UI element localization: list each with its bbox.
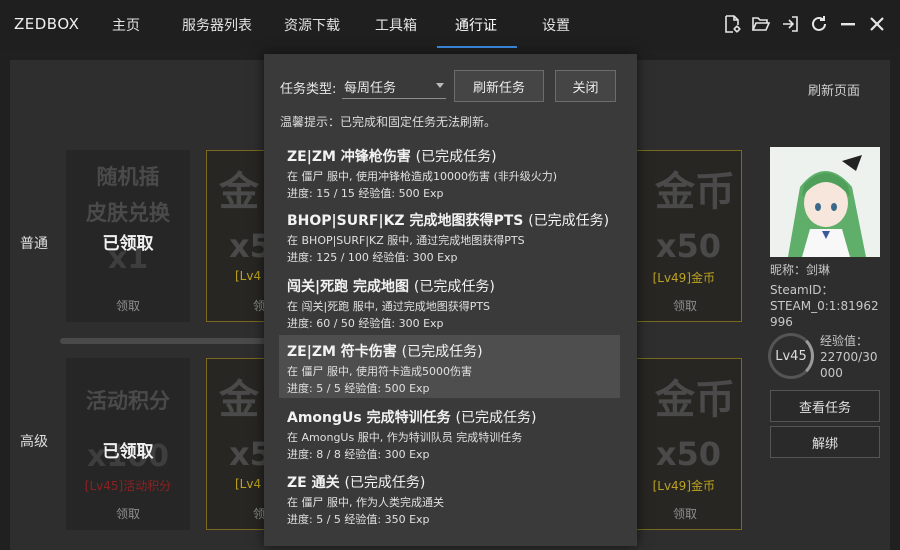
exp-value: 22700/30000: [820, 350, 878, 380]
steamid-value: STEAM_0:1:81962996: [770, 299, 879, 329]
steamid-block: SteamID： STEAM_0:1:81962996: [770, 282, 882, 330]
task-progress: 进度: 8 / 8 经验值: 300 Exp: [287, 448, 430, 461]
task-progress: 进度: 5 / 5 经验值: 500 Exp: [287, 382, 430, 395]
task-progress: 进度: 60 / 50 经验值: 300 Exp: [287, 317, 444, 330]
exit-icon[interactable]: [779, 13, 801, 35]
claim-button[interactable]: 领取: [619, 297, 741, 314]
task-status: (已完成任务): [344, 475, 426, 491]
hint-text: 温馨提示：已完成和固定任务无法刷新。: [280, 115, 497, 129]
claim-button[interactable]: 领取: [619, 505, 741, 522]
refresh-page-link[interactable]: 刷新页面: [808, 80, 860, 99]
task-type-value: 每周任务: [344, 81, 397, 96]
title-bar: ZEDBOX 主页 服务器列表 资源下载 工具箱 通行证 设置: [0, 0, 900, 50]
task-item[interactable]: ZE|ZM 冲锋枪伤害 (已完成任务) 在 僵尸 服中, 使用冲锋枪造成1000…: [279, 140, 620, 203]
folder-open-icon[interactable]: [750, 13, 772, 35]
task-description: 在 闯关|死跑 服中, 通过完成地图获得PTS: [287, 300, 491, 313]
tab-home[interactable]: 主页: [112, 15, 140, 35]
row-divider: [60, 338, 270, 344]
view-tasks-button[interactable]: 查看任务: [770, 390, 880, 422]
tab-pass[interactable]: 通行证: [455, 15, 497, 35]
claim-button[interactable]: 领取: [67, 505, 189, 522]
task-progress: 进度: 15 / 15 经验值: 500 Exp: [287, 187, 444, 200]
task-title-line: ZE 通关 (已完成任务): [287, 472, 620, 492]
reward-card[interactable]: 随机插 皮肤兑换 x1 已领取 领取: [66, 150, 190, 322]
task-title-line: AmongUs 完成特训任务 (已完成任务): [287, 407, 620, 427]
row-label-normal: 普通: [20, 236, 48, 252]
task-title: ZE|ZM 符卡伤害: [287, 344, 397, 360]
chevron-down-icon: [436, 83, 444, 88]
close-popup-button[interactable]: 关闭: [555, 70, 616, 102]
window-controls: [721, 13, 888, 35]
task-description: 在 僵尸 服中, 作为人类完成通关: [287, 496, 444, 509]
unbind-button[interactable]: 解绑: [770, 426, 880, 458]
reward-art-text: 金币: [655, 377, 735, 423]
task-popup: 任务类型: 每周任务 刷新任务 关闭 温馨提示：已完成和固定任务无法刷新。 ZE…: [264, 54, 637, 546]
nickname-label: 昵称：剑琳: [770, 263, 831, 277]
task-status: (已完成任务): [415, 149, 497, 165]
task-description: 在 BHOP|SURF|KZ 服中, 通过完成地图获得PTS: [287, 234, 525, 247]
task-title-line: BHOP|SURF|KZ 完成地图获得PTS (已完成任务): [287, 210, 620, 230]
avatar: [770, 147, 880, 257]
reward-art-text: x50: [655, 435, 721, 473]
tab-server-list[interactable]: 服务器列表: [182, 15, 252, 35]
task-description: 在 僵尸 服中, 使用冲锋枪造成10000伤害 (非升级火力): [287, 170, 558, 183]
refresh-tasks-button[interactable]: 刷新任务: [454, 70, 544, 102]
task-title-line: ZE|ZM 冲锋枪伤害 (已完成任务): [287, 146, 620, 166]
task-progress: 进度: 5 / 5 经验值: 350 Exp: [287, 513, 430, 526]
task-title: 闯关|死跑 完成地图: [287, 279, 409, 295]
task-status: (已完成任务): [455, 410, 537, 426]
task-status: (已完成任务): [528, 213, 610, 229]
tab-settings[interactable]: 设置: [542, 15, 570, 35]
reward-art-text: 皮肤兑换: [86, 201, 170, 225]
reward-art-text: 金币: [655, 169, 735, 215]
task-item[interactable]: BHOP|SURF|KZ 完成地图获得PTS (已完成任务) 在 BHOP|SU…: [279, 204, 620, 267]
reward-level-label: [Lv49]金币: [652, 479, 715, 493]
reward-art-text: x50: [655, 227, 721, 265]
minimize-icon[interactable]: [837, 13, 859, 35]
steamid-label: SteamID：: [770, 283, 834, 297]
tab-downloads[interactable]: 资源下载: [284, 15, 340, 35]
task-item[interactable]: ZE|ZM 符卡伤害 (已完成任务) 在 僵尸 服中, 使用符卡造成5000伤害…: [279, 335, 620, 398]
tab-toolbox[interactable]: 工具箱: [375, 15, 417, 35]
reward-level-label: [Lv49]金币: [652, 271, 715, 285]
task-title: AmongUs 完成特训任务: [287, 410, 451, 426]
app-logo: ZEDBOX: [14, 15, 80, 33]
task-progress: 进度: 125 / 100 经验值: 300 Exp: [287, 251, 458, 264]
claimed-label: 已领取: [102, 234, 154, 254]
exp-label: 经验值：: [820, 334, 869, 348]
task-description: 在 AmongUs 服中, 作为特训队员 完成特训任务: [287, 431, 523, 444]
level-badge: Lv45: [768, 333, 814, 379]
task-type-select[interactable]: 每周任务: [342, 71, 446, 99]
task-item[interactable]: 闯关|死跑 完成地图 (已完成任务) 在 闯关|死跑 服中, 通过完成地图获得P…: [279, 270, 620, 333]
task-title-line: ZE|ZM 符卡伤害 (已完成任务): [287, 341, 620, 361]
task-status: (已完成任务): [401, 344, 483, 360]
row-label-premium: 高级: [20, 434, 48, 450]
claimed-label: 已领取: [102, 442, 154, 462]
file-settings-icon[interactable]: [721, 13, 743, 35]
task-description: 在 僵尸 服中, 使用符卡造成5000伤害: [287, 365, 472, 378]
task-title-line: 闯关|死跑 完成地图 (已完成任务): [287, 276, 620, 296]
task-item[interactable]: ZE 通关 (已完成任务) 在 僵尸 服中, 作为人类完成通关 进度: 5 / …: [279, 466, 620, 529]
task-status: (已完成任务): [413, 279, 495, 295]
active-tab-indicator: [437, 46, 517, 48]
task-type-label: 任务类型:: [280, 82, 337, 97]
task-title: ZE|ZM 冲锋枪伤害: [287, 149, 411, 165]
reward-card[interactable]: 活动积分 x100 已领取 [Lv45]活动积分 领取: [66, 358, 190, 530]
task-title: ZE 通关: [287, 475, 340, 491]
reward-art-text: 活动积分: [86, 389, 170, 413]
close-icon[interactable]: [866, 13, 888, 35]
reward-art-text: 随机插: [96, 165, 160, 189]
exp-block: 经验值： 22700/30000: [820, 333, 880, 381]
task-item[interactable]: AmongUs 完成特训任务 (已完成任务) 在 AmongUs 服中, 作为特…: [279, 401, 620, 464]
refresh-icon[interactable]: [808, 13, 830, 35]
claim-button[interactable]: 领取: [67, 297, 189, 314]
task-title: BHOP|SURF|KZ 完成地图获得PTS: [287, 213, 524, 229]
reward-level-label: [Lv45]活动积分: [84, 479, 172, 493]
